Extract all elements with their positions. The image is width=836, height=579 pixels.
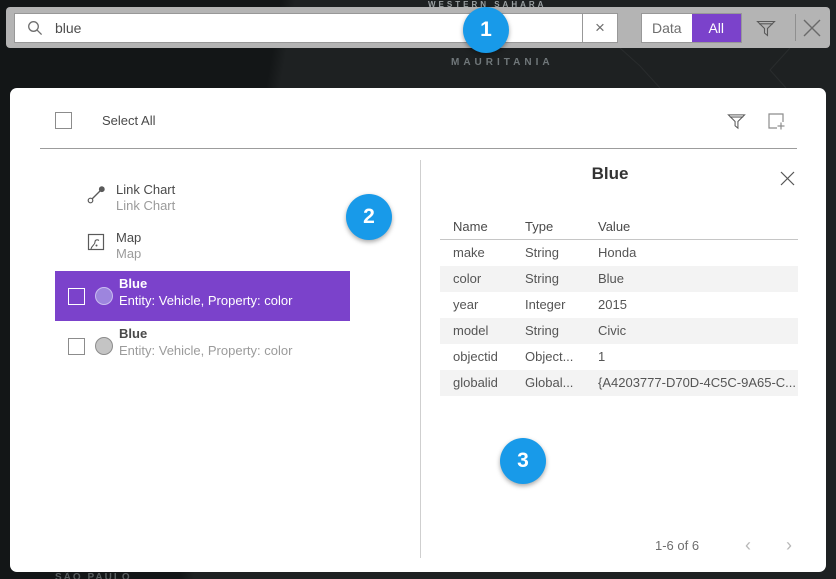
column-header-value: Value (598, 214, 798, 239)
cell-type: String (525, 240, 598, 266)
detail-title: Blue (420, 164, 800, 184)
cell-type: Object... (525, 344, 598, 370)
result-title: Map (116, 230, 141, 245)
close-icon (801, 17, 823, 39)
search-icon (27, 20, 43, 36)
entity-circle-icon (95, 287, 113, 305)
scope-toggle: Data All (641, 13, 742, 43)
cell-type: Global... (525, 370, 598, 396)
results-filter-button[interactable] (724, 110, 748, 132)
cell-type: Integer (525, 292, 598, 318)
clear-search-button[interactable]: × (583, 13, 618, 43)
cell-name: objectid (453, 344, 525, 370)
link-chart-icon (87, 185, 106, 204)
column-header-type: Type (525, 214, 598, 239)
app-window: WESTERN SAHARA MAURITANIA São Paulo × Da… (0, 0, 836, 579)
cell-name: color (453, 266, 525, 292)
panel-column-divider (420, 160, 421, 558)
toggle-option-data[interactable]: Data (642, 14, 692, 42)
result-item-blue-selected[interactable]: Blue Entity: Vehicle, Property: color (55, 271, 350, 321)
table-row: globalid Global... {A4203777-D70D-4C5C-9… (440, 370, 798, 396)
search-results-panel: Select All Link (10, 88, 826, 572)
table-row: model String Civic (440, 318, 798, 344)
annotation-callout-2: 2 (346, 194, 392, 240)
select-all-label: Select All (102, 113, 155, 128)
pagination-prev-button[interactable]: ‹ (738, 536, 758, 556)
result-subtitle: Entity: Vehicle, Property: color (119, 343, 292, 358)
pagination: 1-6 of 6 ‹ › (420, 536, 800, 556)
table-row: objectid Object... 1 (440, 344, 798, 370)
pagination-label: 1-6 of 6 (655, 538, 699, 553)
table-header-row: Name Type Value (440, 214, 798, 240)
cell-value: Honda (598, 240, 798, 266)
result-subtitle: Link Chart (116, 198, 175, 213)
table-row: year Integer 2015 (440, 292, 798, 318)
search-toolbar: × Data All (6, 7, 830, 48)
toggle-option-all[interactable]: All (692, 14, 742, 42)
cell-type: String (525, 266, 598, 292)
annotation-callout-3: 3 (500, 438, 546, 484)
close-icon (779, 170, 796, 187)
result-title: Blue (119, 326, 147, 341)
result-item-blue[interactable]: Blue Entity: Vehicle, Property: color (55, 321, 350, 371)
column-header-name: Name (453, 214, 525, 239)
result-title: Blue (119, 276, 147, 291)
detail-table: Name Type Value make String Honda color … (440, 214, 798, 396)
cell-name: year (453, 292, 525, 318)
annotation-callout-1: 1 (463, 7, 509, 53)
cell-value: Civic (598, 318, 798, 344)
result-checkbox[interactable] (68, 338, 85, 355)
map-label-sao-paulo: São Paulo (55, 572, 132, 579)
table-row: color String Blue (440, 266, 798, 292)
filter-button[interactable] (754, 17, 778, 39)
cell-type: String (525, 318, 598, 344)
select-all-row: Select All (55, 112, 155, 129)
cell-name: make (453, 240, 525, 266)
cell-value: {A4203777-D70D-4C5C-9A65-C... (598, 370, 798, 396)
cell-value: Blue (598, 266, 798, 292)
filter-funnel-icon (727, 112, 746, 131)
result-subtitle: Map (116, 246, 141, 261)
result-title: Link Chart (116, 182, 175, 197)
map-boundary-lines (0, 48, 836, 88)
detail-close-button[interactable] (776, 167, 798, 189)
pagination-next-button[interactable]: › (779, 536, 799, 556)
add-to-selection-button[interactable] (764, 110, 788, 132)
map-icon (87, 233, 105, 251)
panel-header-divider (40, 148, 797, 149)
cell-value: 1 (598, 344, 798, 370)
cell-name: globalid (453, 370, 525, 396)
select-all-checkbox[interactable] (55, 112, 72, 129)
add-selection-icon (767, 112, 786, 131)
result-subtitle: Entity: Vehicle, Property: color (119, 293, 292, 308)
close-search-button[interactable] (800, 17, 824, 39)
toolbar-divider (795, 14, 796, 41)
filter-funnel-icon (756, 19, 776, 38)
table-row: make String Honda (440, 240, 798, 266)
entity-circle-icon (95, 337, 113, 355)
cell-value: 2015 (598, 292, 798, 318)
cell-name: model (453, 318, 525, 344)
result-checkbox[interactable] (68, 288, 85, 305)
